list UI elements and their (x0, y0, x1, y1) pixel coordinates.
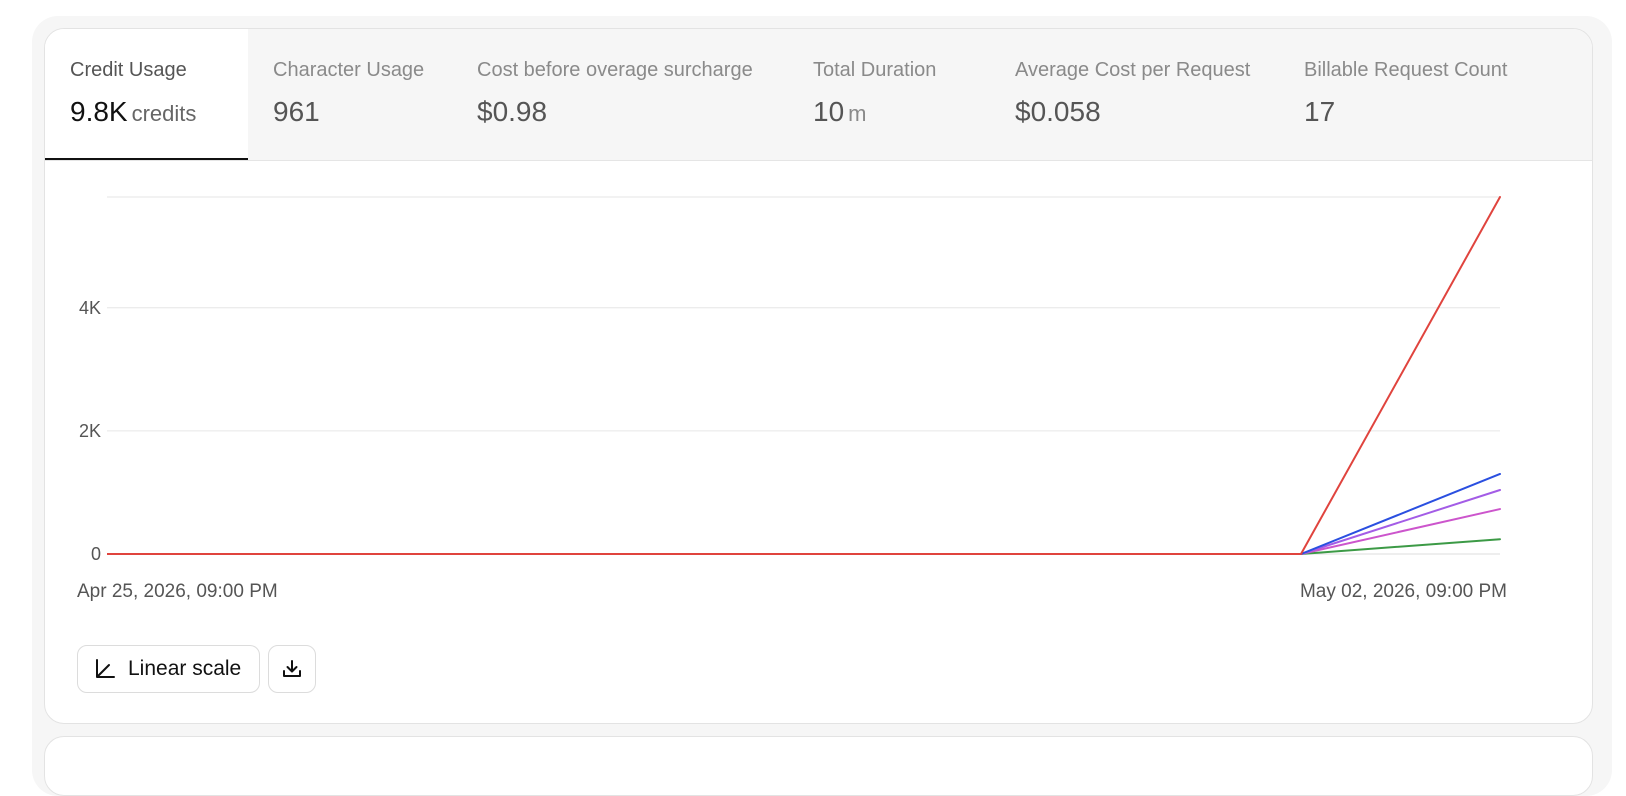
tab-value: $0.98 (477, 96, 548, 127)
usage-card: Credit Usage 9.8K credits Character Usage… (44, 28, 1593, 724)
tab-label: Character Usage (273, 59, 425, 81)
y-tick-label: 0 (91, 544, 101, 564)
tab-billable-request-count[interactable]: Billable Request Count 17 (1279, 29, 1592, 160)
tab-value: 961 (273, 96, 320, 127)
usage-line-chart: 0 2K 4K Apr 25, 2026, 09:00 PM May 02, 2026,… (77, 196, 1507, 602)
linear-scale-button[interactable]: Linear scale (77, 645, 260, 693)
tab-label: Cost before overage surcharge (477, 59, 753, 81)
secondary-card (44, 736, 1593, 796)
tab-label: Total Duration (813, 59, 937, 81)
tab-total-duration[interactable]: Total Duration 10 m (788, 29, 990, 160)
y-tick-label: 2K (79, 421, 101, 441)
download-icon (283, 660, 301, 677)
tab-value: 10 m (813, 96, 867, 127)
linear-scale-label: Linear scale (128, 657, 242, 680)
metric-tabs: Credit Usage 9.8K credits Character Usage… (45, 29, 1592, 161)
tab-character-usage[interactable]: Character Usage 961 (248, 29, 452, 160)
tab-average-cost-per-request[interactable]: Average Cost per Request $0.058 (990, 29, 1279, 160)
y-tick-label: 4K (79, 298, 101, 318)
tab-cost-before-overage[interactable]: Cost before overage surcharge $0.98 (452, 29, 788, 160)
tab-label: Average Cost per Request (1015, 59, 1251, 81)
tab-value: 17 (1304, 96, 1336, 127)
tab-unit: m (848, 101, 867, 126)
tab-label: Credit Usage (70, 59, 187, 81)
chart-axis-icon (96, 659, 115, 678)
x-tick-label-start: Apr 25, 2026, 09:00 PM (77, 581, 278, 602)
x-tick-label-end: May 02, 2026, 09:00 PM (1300, 581, 1507, 602)
tab-label: Billable Request Count (1304, 59, 1508, 81)
tab-unit: credits (131, 101, 197, 126)
download-button[interactable] (268, 645, 316, 693)
tab-value: 9.8K credits (70, 96, 197, 127)
tab-value: $0.058 (1015, 96, 1101, 127)
tab-credit-usage[interactable]: Credit Usage 9.8K credits (45, 29, 248, 160)
